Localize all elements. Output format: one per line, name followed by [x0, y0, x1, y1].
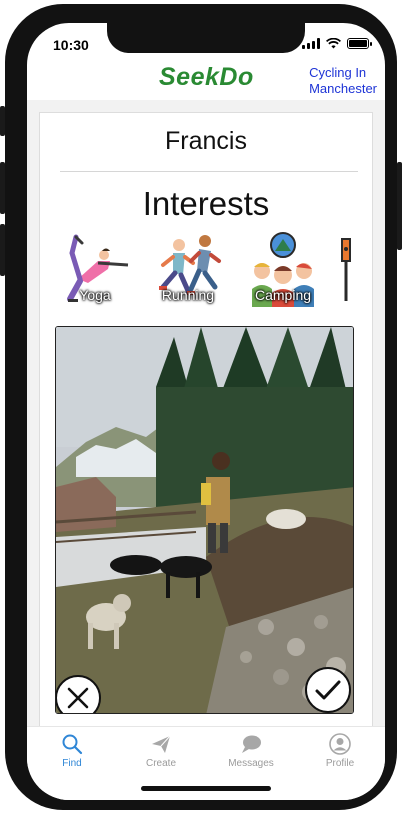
accept-button[interactable] [305, 667, 351, 713]
interest-camping[interactable]: Camping [246, 231, 320, 307]
chat-bubble-icon [242, 735, 261, 753]
tab-label: Create [145, 758, 176, 769]
tab-label: Find [62, 758, 82, 769]
status-time: 10:30 [53, 37, 89, 53]
location-link[interactable]: Cycling In Manchester [309, 65, 377, 97]
interest-partial[interactable] [336, 231, 360, 307]
interests-carousel[interactable]: Yoga Running Camping [40, 231, 360, 307]
user-icon [329, 733, 351, 755]
mute-switch [0, 106, 5, 136]
tab-label: Messages [228, 758, 274, 769]
profile-photo[interactable] [55, 326, 354, 714]
main-content: Francis Interests Yoga Running Camping [27, 100, 385, 732]
location-line-1: Cycling In [309, 65, 367, 80]
profile-card: Francis Interests Yoga Running Camping [39, 112, 373, 732]
power-button [397, 162, 402, 250]
interests-heading: Interests [142, 185, 270, 222]
checkmark-icon [315, 680, 341, 700]
photo-scene [56, 327, 353, 713]
volume-up-button [0, 162, 5, 214]
interest-label: Running [161, 287, 215, 303]
divider [60, 171, 358, 172]
tab-label: Profile [325, 758, 355, 769]
phone-frame: 10:30 SeekDo Cycling In Manchester Franc… [0, 4, 402, 810]
notch [107, 23, 305, 53]
interest-label: Yoga [79, 287, 111, 303]
volume-down-button [0, 224, 5, 276]
app-logo: SeekDo [159, 63, 254, 91]
battery-icon [347, 38, 372, 49]
cellular-signal-icon [302, 38, 320, 49]
profile-name: Francis [165, 127, 247, 155]
location-line-2: Manchester [309, 81, 377, 96]
tab-profile[interactable]: Profile [300, 733, 380, 775]
screen: 10:30 SeekDo Cycling In Manchester Franc… [27, 23, 385, 800]
tab-messages[interactable]: Messages [211, 733, 291, 775]
partial-icon [341, 238, 351, 301]
tab-find[interactable]: Find [32, 733, 112, 775]
tab-create[interactable]: Create [121, 733, 201, 775]
app-header: SeekDo Cycling In Manchester [27, 61, 385, 101]
interest-running[interactable]: Running [151, 231, 225, 307]
interest-yoga[interactable]: Yoga [58, 231, 132, 307]
search-icon [62, 734, 83, 755]
interest-label: Camping [254, 287, 312, 303]
close-icon [67, 687, 89, 709]
reject-button[interactable] [56, 675, 101, 713]
wifi-icon [326, 38, 341, 49]
home-indicator[interactable] [141, 786, 271, 791]
status-icons [302, 38, 372, 49]
paper-plane-icon [152, 735, 171, 753]
